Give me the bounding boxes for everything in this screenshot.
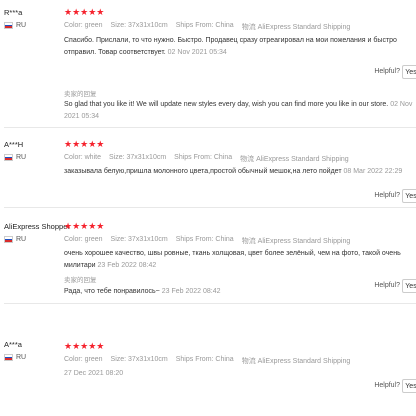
- russia-flag-icon: [4, 236, 13, 243]
- review-date: 02 Nov 2021 05:34: [167, 49, 227, 56]
- country-code: RU: [16, 236, 27, 243]
- helpful-yes-button[interactable]: Yes: [402, 189, 416, 203]
- color-label: Color: green: [64, 356, 103, 363]
- country-code: RU: [16, 22, 27, 29]
- size-label: Size: 37x31x10cm: [108, 154, 167, 161]
- size-label: Size: 37x31x10cm: [110, 356, 168, 363]
- star-rating: ★★★★★: [64, 341, 105, 351]
- buyer-name: R***a: [4, 8, 23, 17]
- star-rating: ★★★★★: [64, 139, 105, 149]
- color-label: Color: green: [64, 22, 103, 29]
- color-label: Color: white: [64, 154, 101, 161]
- review-text: очень хорошее качество, швы ровные, ткан…: [64, 250, 401, 269]
- seller-reply-label: 卖家的回复: [64, 277, 97, 284]
- star-rating: ★★★★★: [64, 7, 105, 17]
- review-date: 27 Dec 2021 08:20: [64, 370, 124, 377]
- russia-flag-icon: [4, 354, 13, 361]
- buyer-name: AliExpress Shopper: [4, 222, 70, 231]
- helpful-label: Helpful?: [374, 68, 400, 75]
- buyer-name: A***H: [4, 140, 24, 149]
- ships-from-label: Ships From: China: [175, 236, 234, 243]
- review-text: Спасибо. Прислали, то что нужно. Быстро.…: [64, 37, 397, 56]
- buyer-country: RU: [4, 236, 26, 243]
- review-meta: Color: green Size: 37x31x10cm Ships From…: [64, 236, 350, 246]
- shipping-method: 物流 AliExpress Standard Shipping: [241, 358, 351, 365]
- country-code: RU: [16, 354, 27, 361]
- size-label: Size: 37x31x10cm: [110, 22, 168, 29]
- review-meta: Color: green Size: 37x31x10cm Ships From…: [64, 356, 350, 366]
- ships-from-label: Ships From: China: [175, 22, 234, 29]
- shipping-method: 物流 AliExpress Standard Shipping: [240, 156, 349, 163]
- review-date: 08 Mar 2022 22:29: [343, 168, 403, 175]
- size-label: Size: 37x31x10cm: [110, 236, 168, 243]
- buyer-country: RU: [4, 154, 26, 161]
- helpful-yes-button[interactable]: Yes: [402, 379, 416, 393]
- seller-reply-label: 卖家的回复: [64, 91, 97, 98]
- review-meta: Color: white Size: 37x31x10cm Ships From…: [64, 154, 349, 164]
- country-code: RU: [16, 154, 27, 161]
- seller-reply: So glad that you like it! We will update…: [64, 101, 413, 120]
- helpful-label: Helpful?: [374, 382, 400, 389]
- russia-flag-icon: [4, 22, 13, 29]
- seller-reply: Рада, что тебе понравилось~ 23 Feb 2022 …: [64, 288, 221, 295]
- reply-date: 23 Feb 2022 08:42: [161, 288, 221, 295]
- ships-from-label: Ships From: China: [175, 356, 234, 363]
- buyer-country: RU: [4, 354, 26, 361]
- review-text: 27 Dec 2021 08:20: [64, 368, 414, 380]
- buyer-name: A***a: [4, 340, 22, 349]
- ships-from-label: Ships From: China: [174, 154, 233, 161]
- review-item: A***H RU ★★★★★ Color: white Size: 37x31x…: [0, 128, 416, 208]
- review-date: 23 Feb 2022 08:42: [97, 262, 157, 269]
- russia-flag-icon: [4, 154, 13, 161]
- helpful-label: Helpful?: [374, 192, 400, 199]
- buyer-country: RU: [4, 22, 26, 29]
- review-text: заказывала белую,пришла молонного цвета,…: [64, 168, 403, 175]
- helpful-yes-button[interactable]: Yes: [402, 65, 416, 79]
- star-rating: ★★★★★: [64, 221, 105, 231]
- review-item: A***a RU ★★★★★ Color: green Size: 37x31x…: [0, 304, 416, 416]
- shipping-method: 物流 AliExpress Standard Shipping: [241, 238, 351, 245]
- shipping-method: 物流 AliExpress Standard Shipping: [241, 24, 351, 31]
- color-label: Color: green: [64, 236, 103, 243]
- review-meta: Color: green Size: 37x31x10cm Ships From…: [64, 22, 350, 32]
- review-item: R***a RU ★★★★★ Color: green Size: 37x31x…: [0, 0, 416, 128]
- review-item: AliExpress Shopper RU ★★★★★ Color: green…: [0, 208, 416, 304]
